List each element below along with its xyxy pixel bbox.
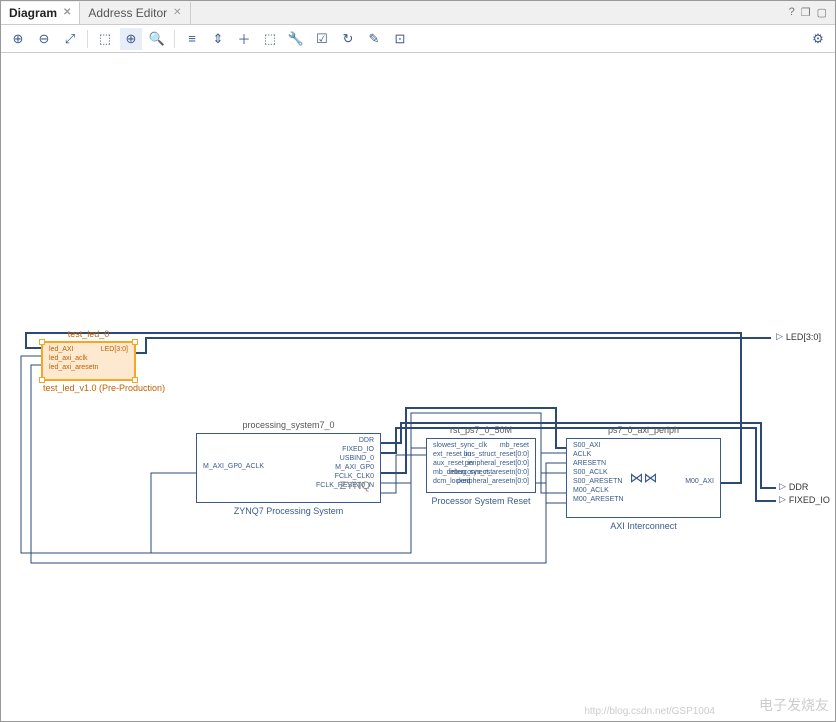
watermark-text: http://blog.csdn.net/GSP1004	[584, 706, 715, 717]
tab-right-controls: ? ❐ ▢	[789, 6, 835, 19]
port-label: USBIND_0	[312, 454, 378, 463]
block-footer: AXI Interconnect	[567, 521, 720, 531]
port-label: FIXED_IO	[312, 445, 378, 454]
port-label: LED[3:0]	[97, 345, 132, 354]
toolbar: ⊕ ⊖ ⤢ ⬚ ⊕ 🔍 ≡ ⇕ ＋ ⬚ 🔧 ☑ ↻ ✎ ⊡ ⚙	[1, 25, 835, 53]
close-icon[interactable]: ✕	[63, 7, 71, 18]
external-port-ddr[interactable]: DDR	[779, 481, 808, 492]
pin-icon[interactable]: ⊡	[389, 28, 411, 50]
collapse-icon[interactable]: ≡	[181, 28, 203, 50]
port-label: FIXED_IO	[789, 495, 830, 505]
external-port-led[interactable]: LED[3:0]	[776, 331, 821, 342]
settings-icon[interactable]: ⚙	[807, 28, 829, 50]
port-label: DDR	[312, 436, 378, 445]
add-icon[interactable]: ＋	[233, 28, 255, 50]
port-label: M_AXI_GP0	[312, 463, 378, 472]
port-label: M00_AXI	[681, 477, 718, 486]
validate-icon[interactable]: ☑	[311, 28, 333, 50]
port-label: bus_struct_reset[0:0]	[446, 450, 533, 459]
port-label: peripheral_reset[0:0]	[446, 459, 533, 468]
save-icon[interactable]: ✎	[363, 28, 385, 50]
block-footer: ZYNQ7 Processing System	[197, 506, 380, 516]
block-axi-interconnect[interactable]: ps7_0_axi_periph S00_AXI ACLK ARESETN S0…	[566, 438, 721, 518]
block-instance-name: test_led_0	[43, 329, 134, 339]
port-label: S00_AXI	[569, 441, 628, 450]
auto-fit-icon[interactable]: ⊕	[120, 28, 142, 50]
port-label: interconnect_aresetn[0:0]	[446, 468, 533, 477]
port-label: LED[3:0]	[786, 332, 821, 342]
search-icon[interactable]: 🔍	[146, 28, 168, 50]
tab-label: Address Editor	[88, 6, 167, 20]
group-icon[interactable]: ⬚	[259, 28, 281, 50]
diagram-canvas[interactable]: test_led_0 led_AXI led_axi_aclk led_axi_…	[1, 53, 835, 721]
watermark-logo: 电子发烧友	[759, 695, 829, 715]
select-area-icon[interactable]: ⬚	[94, 28, 116, 50]
block-instance-name: processing_system7_0	[197, 420, 380, 430]
maximize-icon[interactable]: ▢	[817, 6, 827, 19]
port-label: mb_reset	[446, 441, 533, 450]
external-port-fixed-io[interactable]: FIXED_IO	[779, 494, 830, 505]
restore-icon[interactable]: ❐	[801, 6, 811, 19]
tab-diagram[interactable]: Diagram ✕	[1, 2, 80, 24]
block-instance-name: ps7_0_axi_periph	[567, 425, 720, 435]
zoom-fit-icon[interactable]: ⤢	[59, 28, 81, 50]
wrench-icon[interactable]: 🔧	[285, 28, 307, 50]
axi-symbol-icon: ⋈⋈	[630, 470, 658, 487]
block-footer: Processor System Reset	[427, 496, 535, 506]
tab-label: Diagram	[9, 6, 57, 20]
close-icon[interactable]: ✕	[173, 7, 181, 18]
port-label: S00_ACLK	[569, 468, 628, 477]
port-label: M_AXI_GP0_ACLK	[199, 462, 268, 471]
help-icon[interactable]: ?	[789, 6, 795, 19]
block-proc-sys-reset[interactable]: rst_ps7_0_50M slowest_sync_clk ext_reset…	[426, 438, 536, 493]
port-label: led_AXI	[45, 345, 102, 354]
port-label: ACLK	[569, 450, 628, 459]
block-footer: test_led_v1.0 (Pre-Production)	[43, 383, 134, 393]
block-test-led[interactable]: test_led_0 led_AXI led_axi_aclk led_axi_…	[41, 341, 136, 381]
zynq-logo: ZYNQ	[339, 480, 370, 492]
tab-address-editor[interactable]: Address Editor ✕	[80, 2, 190, 24]
port-label: M00_ACLK	[569, 486, 628, 495]
port-label: peripheral_aresetn[0:0]	[446, 477, 533, 486]
port-label: S00_ARESETN	[569, 477, 628, 486]
zoom-out-icon[interactable]: ⊖	[33, 28, 55, 50]
block-zynq-ps[interactable]: processing_system7_0 M_AXI_GP0_ACLK DDR …	[196, 433, 381, 503]
tab-bar: Diagram ✕ Address Editor ✕ ? ❐ ▢	[1, 1, 835, 25]
expand-icon[interactable]: ⇕	[207, 28, 229, 50]
zoom-in-icon[interactable]: ⊕	[7, 28, 29, 50]
block-instance-name: rst_ps7_0_50M	[427, 425, 535, 435]
port-label: led_axi_aresetn	[45, 363, 102, 372]
refresh-icon[interactable]: ↻	[337, 28, 359, 50]
port-label: DDR	[789, 482, 809, 492]
port-label: led_axi_aclk	[45, 354, 102, 363]
port-label: ARESETN	[569, 459, 628, 468]
port-label: M00_ARESETN	[569, 495, 628, 504]
